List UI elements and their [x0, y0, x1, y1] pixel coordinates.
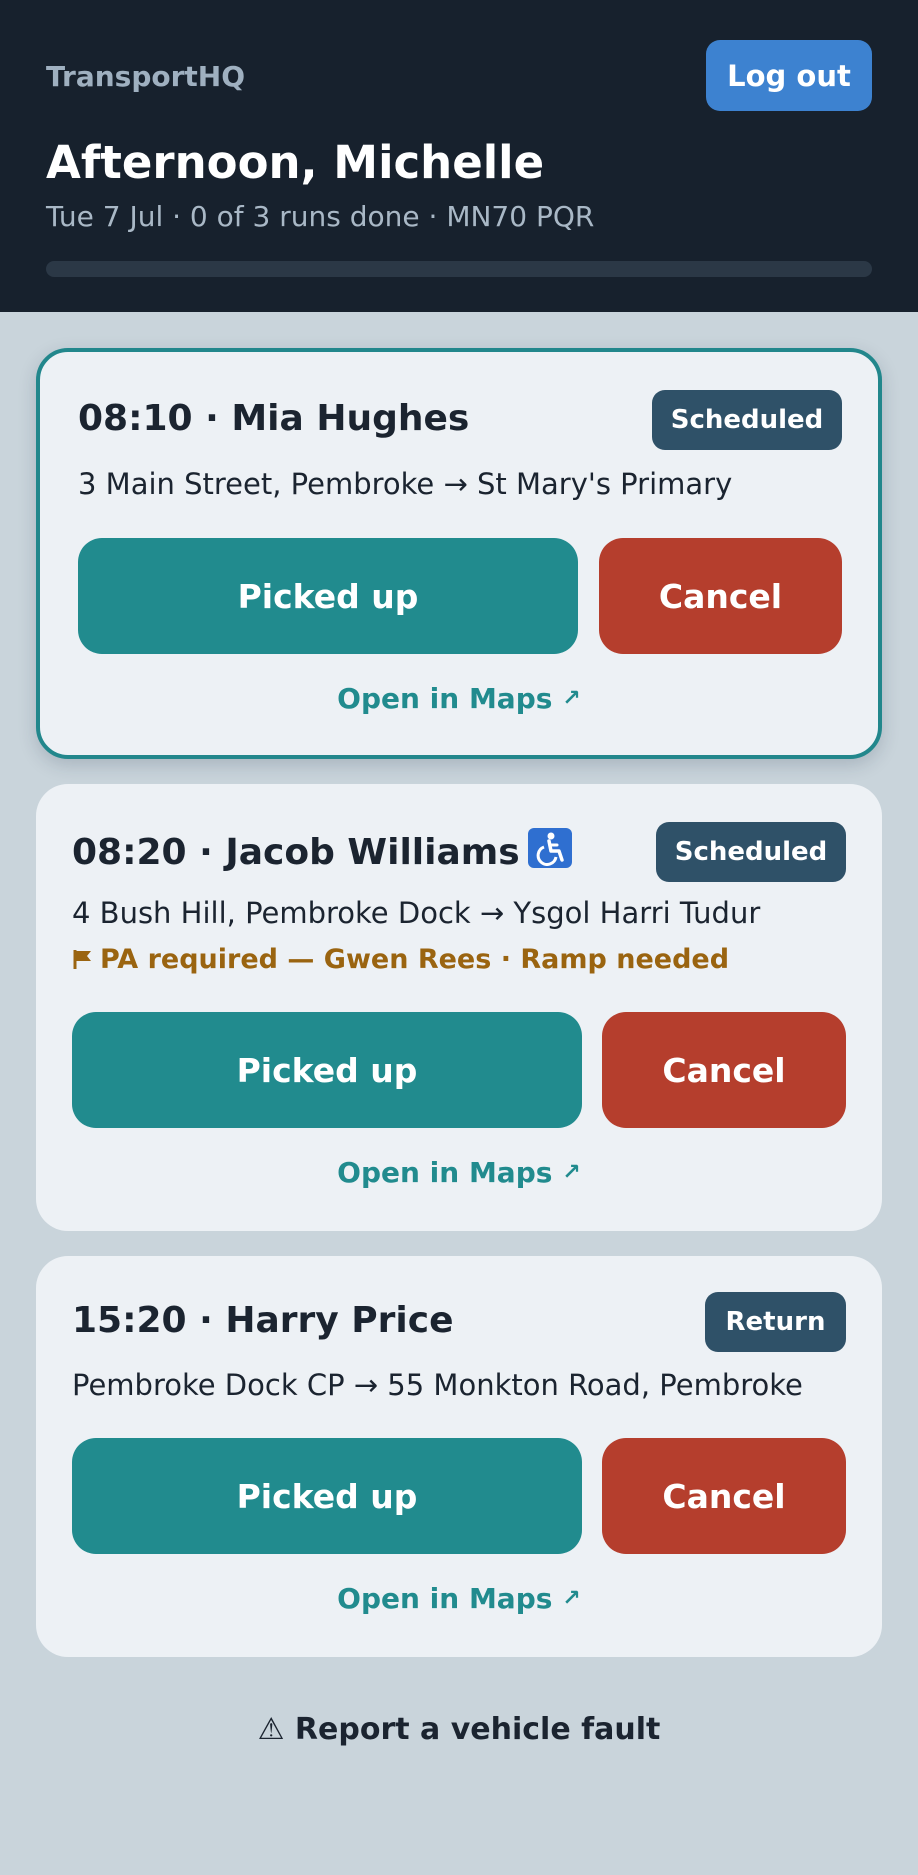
cancel-button[interactable]: Cancel — [602, 1012, 846, 1128]
status-badge: Scheduled — [656, 822, 846, 882]
maps-link-label: Open in Maps — [337, 1582, 553, 1615]
picked-up-button[interactable]: Picked up — [72, 1438, 582, 1554]
logout-button[interactable]: Log out — [706, 40, 872, 111]
open-in-maps-link[interactable]: Open in Maps ↗ — [40, 682, 878, 715]
runs-progress-bar — [46, 261, 872, 277]
app-header: TransportHQ Log out Afternoon, Michelle … — [0, 0, 918, 312]
open-in-maps-link[interactable]: Open in Maps ↗ — [36, 1156, 882, 1189]
brand-name: TransportHQ — [46, 60, 246, 93]
picked-up-button[interactable]: Picked up — [78, 538, 578, 654]
cancel-button[interactable]: Cancel — [602, 1438, 846, 1554]
run-title-text: 08:20 · Jacob Williams — [72, 832, 520, 873]
pa-note: PA required — Gwen Rees · Ramp needed — [72, 944, 729, 975]
run-title: 08:10 · Mia Hughes — [78, 398, 470, 439]
open-in-maps-link[interactable]: Open in Maps ↗ — [36, 1582, 882, 1615]
day-summary: Tue 7 Jul · 0 of 3 runs done · MN70 PQR — [46, 200, 595, 233]
external-link-icon: ↗ — [562, 1586, 581, 1611]
run-title: 15:20 · Harry Price — [72, 1300, 454, 1341]
status-badge: Scheduled — [652, 390, 842, 450]
maps-link-label: Open in Maps — [337, 1156, 553, 1189]
greeting-title: Afternoon, Michelle — [46, 136, 545, 189]
external-link-icon: ↗ — [562, 686, 581, 711]
flag-icon — [73, 950, 91, 969]
cancel-button[interactable]: Cancel — [599, 538, 842, 654]
wheelchair-icon — [527, 828, 572, 868]
pa-note-text: PA required — Gwen Rees · Ramp needed — [100, 944, 730, 975]
status-badge: Return — [705, 1292, 846, 1352]
run-route: 3 Main Street, Pembroke → St Mary's Prim… — [78, 467, 733, 501]
run-card: 08:20 · Jacob Williams Scheduled 4 Bush … — [36, 784, 882, 1231]
maps-link-label: Open in Maps — [337, 682, 553, 715]
run-card: 08:10 · Mia Hughes Scheduled 3 Main Stre… — [36, 348, 882, 759]
run-route: Pembroke Dock CP → 55 Monkton Road, Pemb… — [72, 1368, 803, 1402]
run-route: 4 Bush Hill, Pembroke Dock → Ysgol Harri… — [72, 896, 761, 930]
external-link-icon: ↗ — [562, 1160, 581, 1185]
run-title: 08:20 · Jacob Williams — [72, 828, 572, 873]
picked-up-button[interactable]: Picked up — [72, 1012, 582, 1128]
report-vehicle-fault-link[interactable]: ⚠ Report a vehicle fault — [0, 1712, 918, 1747]
run-card: 15:20 · Harry Price Return Pembroke Dock… — [36, 1256, 882, 1657]
